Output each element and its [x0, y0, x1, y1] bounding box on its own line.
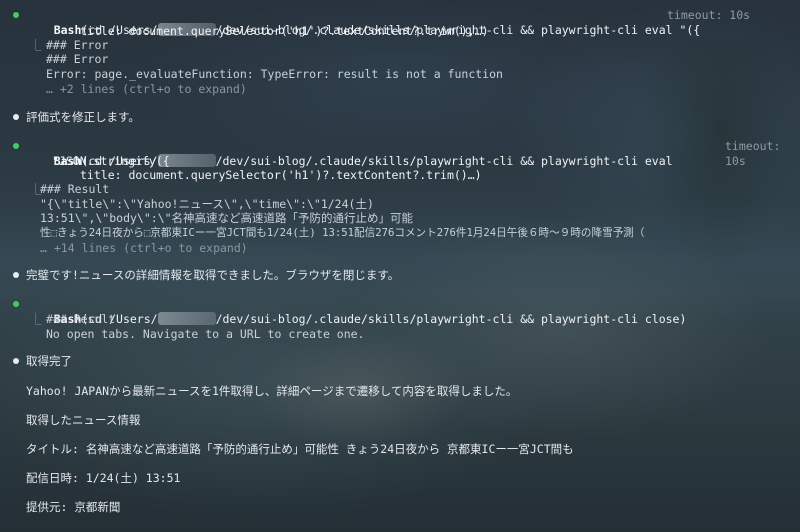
result-connector: ⎿: [30, 312, 42, 326]
tool-name: Bash: [53, 22, 82, 37]
timeout-label: timeout: 10s: [667, 8, 751, 22]
result-line: ### Error: [46, 38, 109, 52]
result-line: ### Error: [46, 52, 109, 66]
command-continuation: title: document.querySelector('h1')?.tex…: [80, 168, 482, 182]
result-line: 性⬚きょう24日夜から⬚京都東ICー一宮JCT間も1/24(土) 13:51配信…: [40, 227, 645, 239]
news-source: 提供元: 京都新聞: [26, 500, 121, 514]
result-line: 13:51\",\"body\":\"名神高速など高速道路「予防的通行止め」可能: [40, 211, 414, 225]
tool-status-dot: [13, 12, 19, 18]
message-dot: [13, 272, 19, 278]
message-dot: [13, 114, 19, 120]
assistant-message: 取得完了: [26, 354, 72, 368]
assistant-message: 評価式を修正します。: [26, 110, 140, 124]
result-connector: ⎿: [30, 38, 42, 52]
news-date: 配信日時: 1/24(土) 13:51: [26, 471, 181, 485]
timeout-label: 10s: [725, 154, 746, 168]
assistant-message: 完璧です!ニュースの詳細情報を取得できました。ブラウザを閉じます。: [26, 268, 400, 282]
result-line: No open tabs. Navigate to a URL to creat…: [46, 327, 365, 341]
news-title: タイトル: 名神高速など高速道路「予防的通行止め」可能性 きょう24日夜から 京…: [26, 442, 574, 456]
timeout-label: timeout:: [725, 139, 781, 153]
tool-status-dot: [13, 143, 19, 149]
tool-status-dot: [13, 301, 19, 307]
result-line: ### Result: [46, 312, 116, 326]
result-line: "{\"title\":\"Yahoo!ニュース\",\"time\":\"1/…: [40, 197, 374, 211]
message-dot: [13, 358, 19, 364]
redacted-username: [157, 311, 216, 325]
result-line: ### Result: [40, 182, 110, 196]
expand-hint[interactable]: … +14 lines (ctrl+o to expand): [40, 241, 248, 256]
command-continuation: title: document.querySelector('h1')?.tex…: [80, 24, 489, 38]
command-continuation: "JSON.stringify({: [52, 154, 170, 168]
result-line: Error: page._evaluateFunction: TypeError…: [46, 67, 503, 81]
summary-paragraph: Yahoo! JAPANから最新ニュースを1件取得し、詳細ページまで遷移して内容…: [26, 384, 518, 398]
summary-heading: 取得したニュース情報: [26, 413, 141, 427]
expand-hint[interactable]: … +2 lines (ctrl+o to expand): [46, 82, 247, 97]
